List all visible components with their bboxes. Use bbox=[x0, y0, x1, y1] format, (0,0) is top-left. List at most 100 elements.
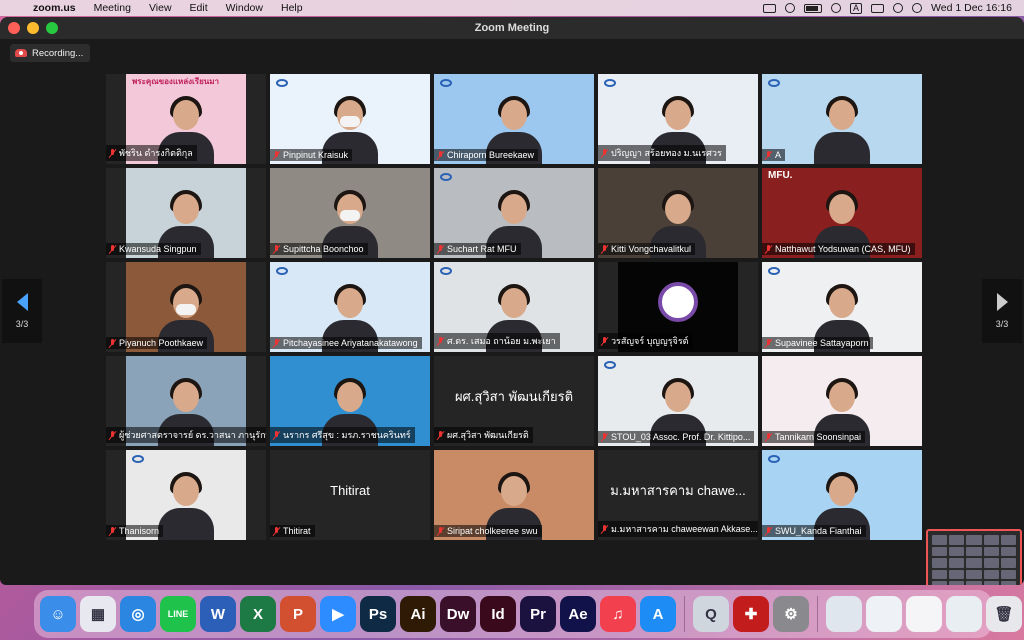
participant-name: STOU_03 Assoc. Prof. Dr. Kittipo... bbox=[611, 432, 751, 442]
participant-tile[interactable]: Kwansuda Singpun bbox=[106, 168, 266, 258]
participant-tile[interactable]: ปริญญา สร้อยทอง ม.นเรศวร bbox=[598, 74, 758, 164]
dock-trash-icon[interactable]: 🗑 bbox=[986, 596, 1022, 632]
menu-meeting[interactable]: Meeting bbox=[85, 2, 140, 14]
participant-tile[interactable]: A bbox=[762, 74, 922, 164]
dock-word-icon[interactable]: W bbox=[200, 596, 236, 632]
menu-view[interactable]: View bbox=[140, 2, 181, 14]
input-source-indicator[interactable]: A bbox=[850, 2, 863, 14]
zoom-window: Zoom Meeting Recording... 3/3 3/3 พระคุณ… bbox=[0, 17, 1024, 585]
dock-photoshop-icon[interactable]: Ps bbox=[360, 596, 396, 632]
dock-illustrator-icon[interactable]: Ai bbox=[400, 596, 436, 632]
dock-system-preferences-icon[interactable]: ⚙ bbox=[773, 596, 809, 632]
participant-tile[interactable]: Chiraporn Bureekaew bbox=[434, 74, 594, 164]
participant-figure bbox=[812, 92, 872, 164]
menu-help[interactable]: Help bbox=[272, 2, 312, 14]
menu-app-name[interactable]: zoom.us bbox=[24, 2, 85, 14]
zoom-status-icon[interactable] bbox=[763, 3, 777, 13]
menubar-clock[interactable]: Wed 1 Dec 16:16 bbox=[931, 2, 1012, 14]
participant-name-label: Suchart Rat MFU bbox=[434, 243, 521, 255]
thumbnail-cell bbox=[966, 581, 982, 585]
participant-tile[interactable]: Tannikarn Soonsinpai bbox=[762, 356, 922, 446]
dock-finder-icon[interactable]: ☺ bbox=[40, 596, 76, 632]
dock-doc-2-icon[interactable] bbox=[866, 596, 902, 632]
search-icon[interactable] bbox=[893, 3, 904, 13]
participant-tile[interactable]: Thanisorn bbox=[106, 450, 266, 540]
dock-doc-3-icon[interactable] bbox=[906, 596, 942, 632]
dock-launchpad-icon[interactable]: ▦ bbox=[80, 596, 116, 632]
dock-music-icon[interactable]: ♫ bbox=[600, 596, 636, 632]
gallery-grid: พระคุณของแหล่งเรียนมา พัชริน ดำรงกิตติกุล… bbox=[106, 74, 922, 540]
conference-logo-icon bbox=[132, 455, 144, 463]
participant-name-label: นรากร ศรีสุข : มรภ.ราชนครินทร์ bbox=[270, 427, 415, 443]
screen-record-icon[interactable] bbox=[785, 3, 796, 13]
participant-tile[interactable]: Piyanuch Poothkaew bbox=[106, 262, 266, 352]
minimize-window-button[interactable] bbox=[27, 22, 39, 34]
participant-tile[interactable]: ศ.ดร. เสมอ ถาน้อย ม.พะเยา bbox=[434, 262, 594, 352]
siri-icon[interactable] bbox=[912, 3, 923, 13]
dock-safari-icon[interactable]: ◎ bbox=[120, 596, 156, 632]
dock-excel-icon[interactable]: X bbox=[240, 596, 276, 632]
participant-tile[interactable]: Supittcha Boonchoo bbox=[270, 168, 430, 258]
self-view-thumbnail[interactable] bbox=[926, 529, 1022, 585]
participant-name: พัชริน ดำรงกิตติกุล bbox=[119, 148, 193, 158]
participant-name: Kwansuda Singpun bbox=[119, 244, 197, 254]
battery-icon[interactable] bbox=[804, 3, 823, 13]
participant-name-label: SWU_Kanda Fianthai bbox=[762, 525, 866, 537]
menu-edit[interactable]: Edit bbox=[181, 2, 217, 14]
dock-premiere-icon[interactable]: Pr bbox=[520, 596, 556, 632]
participant-tile[interactable]: Thitirat Thitirat bbox=[270, 450, 430, 540]
mic-muted-icon bbox=[437, 336, 444, 346]
dock-quicktime-icon[interactable]: Q bbox=[693, 596, 729, 632]
participant-tile[interactable]: Kitti Vongchavalitkul bbox=[598, 168, 758, 258]
next-page-button[interactable]: 3/3 bbox=[982, 279, 1022, 343]
participant-tile[interactable]: Pitchayasinee Ariyatanakatawong bbox=[270, 262, 430, 352]
dock-app-store-icon[interactable]: A bbox=[640, 596, 676, 632]
dock-line-icon[interactable]: LINE bbox=[160, 596, 196, 632]
participant-tile[interactable]: Siripat cholkeeree swu bbox=[434, 450, 594, 540]
dock-separator bbox=[684, 596, 685, 632]
participant-name: Suchart Rat MFU bbox=[447, 244, 517, 254]
dock-doc-1-icon[interactable] bbox=[826, 596, 862, 632]
participant-video bbox=[762, 74, 922, 164]
participant-tile[interactable]: นรากร ศรีสุข : มรภ.ราชนครินทร์ bbox=[270, 356, 430, 446]
dock-powerpoint-icon[interactable]: P bbox=[280, 596, 316, 632]
dock-acrobat-icon[interactable]: ✚ bbox=[733, 596, 769, 632]
thumbnail-cell bbox=[966, 558, 982, 568]
participant-name-label: Kitti Vongchavalitkul bbox=[598, 243, 696, 255]
participant-tile[interactable]: ผศ.สุวิสา พัฒนเกียรติ ผศ.สุวิสา พัฒนเกียร… bbox=[434, 356, 594, 446]
dock-after-effects-icon[interactable]: Ae bbox=[560, 596, 596, 632]
mic-muted-icon bbox=[765, 244, 772, 254]
wifi-icon[interactable] bbox=[831, 3, 842, 13]
participant-tile[interactable]: ม.มหาสารคาม chawe... ม.มหาสารคาม chaweewa… bbox=[598, 450, 758, 540]
control-center-icon[interactable] bbox=[871, 3, 885, 13]
participant-tile[interactable]: SWU_Kanda Fianthai bbox=[762, 450, 922, 540]
participant-tile[interactable]: MFU. Natthawut Yodsuwan (CAS, MFU) bbox=[762, 168, 922, 258]
dock-indesign-icon[interactable]: Id bbox=[480, 596, 516, 632]
recording-indicator[interactable]: Recording... bbox=[10, 44, 91, 62]
participant-tile[interactable]: Suchart Rat MFU bbox=[434, 168, 594, 258]
thumbnail-cell bbox=[932, 581, 948, 585]
participant-tile[interactable]: Supavinee Sattayaporn bbox=[762, 262, 922, 352]
dock-doc-4-icon[interactable] bbox=[946, 596, 982, 632]
mic-muted-icon bbox=[765, 526, 772, 536]
participant-tile[interactable]: วรสัญจร์ บุญญรุจิรต์ bbox=[598, 262, 758, 352]
menu-window[interactable]: Window bbox=[217, 2, 272, 14]
participant-tile[interactable]: ผู้ช่วยศาสตราจารย์ ดร.วาสนา ภานุรักษ์ bbox=[106, 356, 266, 446]
macos-dock: ☺ ▦ ◎ LINE W X P ▶ Ps Ai Dw Id Pr Ae ♫ A Q ✚ ⚙ 🗑 bbox=[34, 590, 1022, 638]
thumbnail-cell bbox=[983, 569, 999, 580]
participant-tile[interactable]: พระคุณของแหล่งเรียนมา พัชริน ดำรงกิตติกุล bbox=[106, 74, 266, 164]
thumbnail-cell bbox=[932, 535, 948, 545]
fullscreen-window-button[interactable] bbox=[46, 22, 58, 34]
participant-tile[interactable]: Pinpinut Kraisuk bbox=[270, 74, 430, 164]
conference-logo-icon bbox=[276, 267, 288, 275]
mic-muted-icon bbox=[273, 150, 280, 160]
thumbnail-cell bbox=[966, 569, 982, 580]
participant-name: ม.มหาสารคาม chaweewan Akkase... bbox=[611, 524, 758, 534]
previous-page-button[interactable]: 3/3 bbox=[2, 279, 42, 343]
close-window-button[interactable] bbox=[8, 22, 20, 34]
dock-zoom-icon[interactable]: ▶ bbox=[320, 596, 356, 632]
participant-tile[interactable]: STOU_03 Assoc. Prof. Dr. Kittipo... bbox=[598, 356, 758, 446]
mic-muted-icon bbox=[109, 338, 116, 348]
window-title: Zoom Meeting bbox=[474, 22, 550, 34]
dock-dreamweaver-icon[interactable]: Dw bbox=[440, 596, 476, 632]
